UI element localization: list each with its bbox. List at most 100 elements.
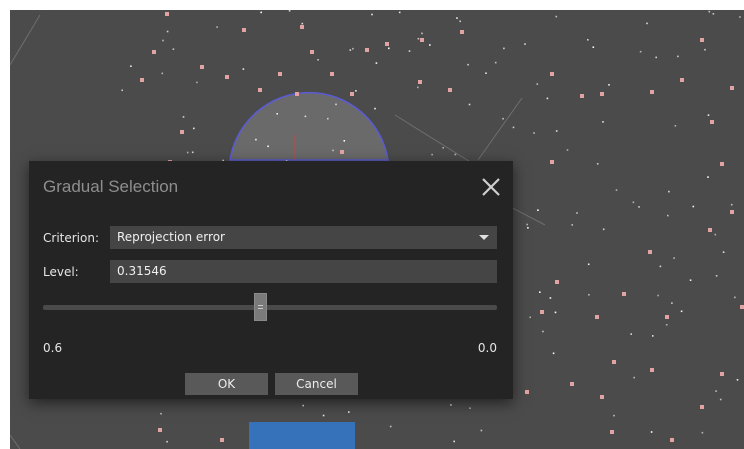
white-point	[719, 398, 722, 401]
white-point	[417, 86, 419, 89]
white-point	[707, 114, 710, 116]
white-point	[450, 404, 452, 406]
cancel-button[interactable]: Cancel	[275, 373, 358, 395]
pink-point	[680, 78, 684, 82]
white-point	[355, 90, 357, 92]
pink-point	[310, 50, 314, 54]
white-point	[671, 302, 673, 304]
criterion-selected-value: Reprojection error	[117, 230, 225, 244]
close-button[interactable]	[479, 175, 503, 199]
white-point	[485, 72, 487, 74]
pink-point	[580, 94, 584, 98]
slider-min-label: 0.6	[43, 341, 63, 355]
3d-viewport[interactable]: Gradual Selection Criterion: Reprojectio…	[10, 10, 744, 449]
white-point	[130, 65, 132, 67]
pink-point	[540, 310, 544, 314]
white-point	[529, 316, 531, 319]
white-point	[242, 68, 245, 70]
pink-point	[242, 28, 246, 32]
white-point	[715, 390, 717, 392]
pink-point	[650, 368, 654, 372]
camera-plane-object	[249, 422, 355, 449]
white-point	[216, 26, 218, 28]
ok-button[interactable]: OK	[185, 373, 268, 395]
pink-point	[555, 280, 559, 284]
pink-point	[700, 38, 704, 42]
white-point	[588, 294, 590, 296]
pink-point	[600, 92, 604, 96]
pink-point	[420, 38, 424, 42]
white-point	[680, 310, 683, 313]
white-point	[343, 140, 346, 142]
level-label: Level:	[43, 265, 79, 279]
white-point	[576, 212, 578, 214]
white-point	[546, 97, 549, 100]
white-point	[193, 127, 195, 130]
pink-point	[180, 130, 184, 134]
level-field[interactable]: 0.31546	[110, 260, 497, 283]
white-point	[633, 376, 635, 379]
pink-point	[350, 92, 354, 96]
grip-line	[258, 308, 264, 309]
criterion-label: Criterion:	[43, 231, 99, 245]
white-point	[632, 201, 635, 204]
white-point	[736, 379, 739, 381]
sphere-gizmo	[229, 91, 389, 161]
white-point	[639, 50, 642, 53]
pink-point	[720, 162, 724, 166]
white-point	[730, 203, 733, 206]
pink-point	[622, 292, 626, 296]
gradual-selection-dialog: Gradual Selection Criterion: Reprojectio…	[29, 161, 513, 399]
white-point	[480, 429, 483, 432]
pink-point	[740, 305, 744, 309]
white-point	[739, 16, 741, 18]
white-point	[655, 56, 657, 59]
white-point	[442, 147, 444, 149]
white-point	[549, 297, 552, 299]
pink-point	[158, 428, 162, 432]
white-point	[554, 311, 557, 314]
pink-point	[648, 250, 652, 254]
pink-point	[700, 405, 704, 409]
white-point	[408, 50, 411, 52]
level-slider-handle[interactable]	[254, 293, 268, 321]
white-point	[689, 279, 692, 281]
white-point	[692, 205, 695, 208]
white-point	[677, 55, 679, 58]
grip-line	[258, 305, 264, 306]
white-point	[734, 296, 736, 299]
white-point	[602, 121, 604, 123]
white-point	[652, 335, 654, 337]
level-slider-track[interactable]	[43, 305, 497, 310]
white-point	[456, 17, 458, 19]
white-point	[527, 227, 529, 229]
white-point	[352, 47, 354, 50]
pink-point	[600, 395, 604, 399]
white-point	[650, 431, 653, 433]
pink-point	[550, 160, 554, 164]
white-point	[161, 72, 164, 75]
pink-point	[595, 315, 599, 319]
white-point	[555, 15, 558, 18]
white-point	[429, 44, 431, 46]
criterion-dropdown[interactable]: Reprojection error	[110, 226, 497, 249]
pink-point	[152, 50, 156, 54]
white-point	[302, 404, 304, 407]
white-point	[453, 440, 455, 443]
white-point	[674, 125, 677, 127]
white-point	[615, 189, 618, 191]
white-point	[539, 291, 541, 293]
white-point	[255, 138, 257, 141]
white-point	[502, 117, 504, 120]
pink-point	[665, 315, 669, 319]
white-point	[552, 352, 555, 355]
pink-point	[418, 80, 422, 84]
close-icon	[482, 178, 500, 196]
pink-point	[258, 88, 262, 92]
white-point	[715, 275, 718, 277]
white-point	[668, 190, 670, 193]
pink-point	[610, 430, 614, 434]
pink-point	[225, 75, 229, 79]
white-point	[166, 440, 168, 443]
white-point	[186, 151, 189, 154]
